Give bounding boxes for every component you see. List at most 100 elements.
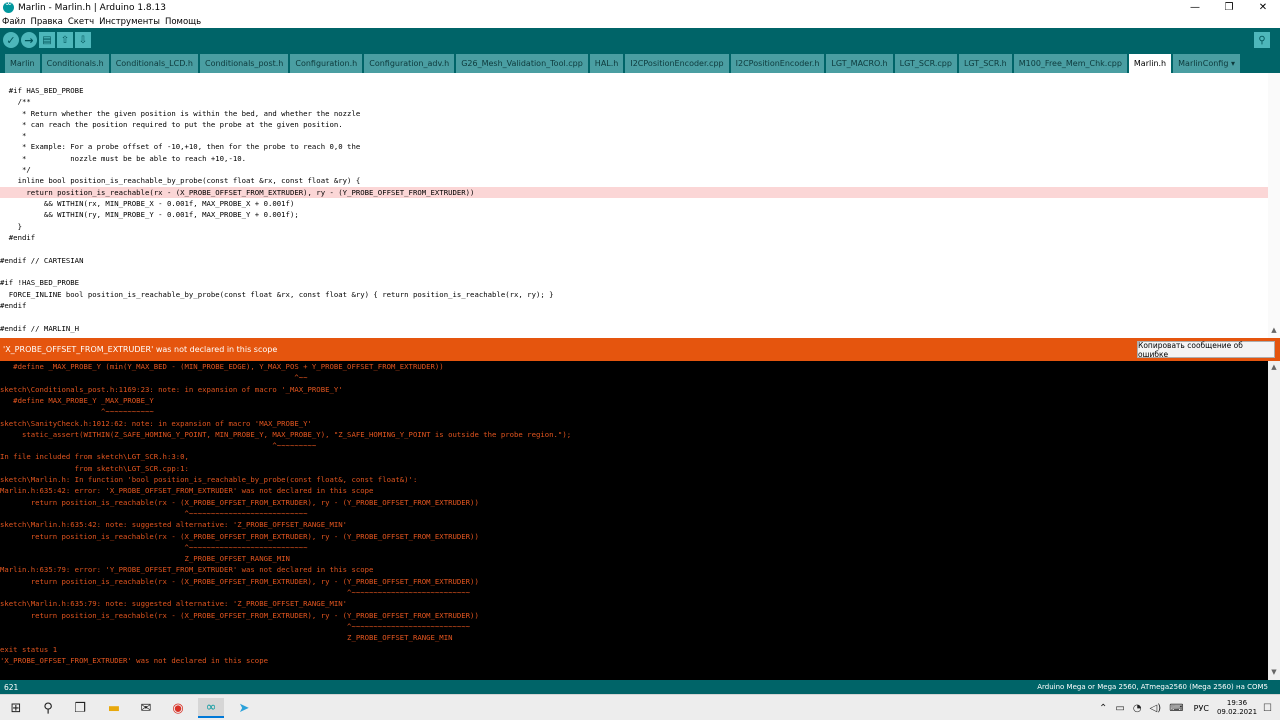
- upload-button[interactable]: →: [21, 32, 37, 48]
- console-line: 'X_PROBE_OFFSET_FROM_EXTRUDER' was not d…: [0, 655, 268, 665]
- console-line: return position_is_reachable(rx - (X_PRO…: [0, 576, 479, 586]
- notifications-icon[interactable]: ☐: [1263, 703, 1272, 714]
- code-line: */: [0, 165, 31, 174]
- code-line: FORCE_INLINE bool position_is_reachable_…: [0, 290, 554, 299]
- clock-time: 19:36: [1226, 699, 1248, 707]
- wifi-icon[interactable]: ◔: [1133, 703, 1142, 714]
- tab-i2c-encoder-h[interactable]: I2CPositionEncoder.h: [730, 54, 825, 73]
- console-line: Z_PROBE_OFFSET_RANGE_MIN: [0, 633, 453, 643]
- console-line: Marlin.h:635:79: error: 'Y_PROBE_OFFSET_…: [0, 565, 374, 575]
- code-line: /**: [0, 97, 31, 106]
- tab-m100-free-mem[interactable]: M100_Free_Mem_Chk.cpp: [1013, 54, 1127, 73]
- save-sketch-button[interactable]: ⇩: [75, 32, 91, 48]
- console-line: ^~~~~~~~~~: [0, 441, 317, 451]
- console-scrollbar[interactable]: ▲ ▼: [1268, 361, 1280, 680]
- maximize-button[interactable]: ❐: [1212, 0, 1246, 15]
- console-line: from sketch\LGT_SCR.cpp:1:: [0, 463, 189, 473]
- input-language[interactable]: РУС: [1194, 704, 1209, 713]
- menu-tools[interactable]: Инструменты: [99, 17, 160, 27]
- open-sketch-button[interactable]: ⇧: [57, 32, 73, 48]
- code-line: #endif: [0, 233, 36, 242]
- toolbar: ✓ → ▤ ⇧ ⇩ ⚲: [0, 28, 1280, 52]
- line-number: 621: [4, 683, 19, 692]
- console-line: ^~~: [0, 373, 308, 383]
- code-line: *: [0, 131, 27, 140]
- file-explorer-icon[interactable]: ▬: [101, 698, 127, 718]
- tab-lgt-scr-cpp[interactable]: LGT_SCR.cpp: [894, 54, 957, 73]
- console-line: sketch\SanityCheck.h:1012:62: note: in e…: [0, 418, 312, 428]
- console-line: ^~~~~~~~~~~~~~~~~~~~~~~~~~~~: [0, 508, 308, 518]
- tab-bar: Marlin Conditionals.h Conditionals_LCD.h…: [0, 52, 1280, 73]
- tab-lgt-scr-h[interactable]: LGT_SCR.h: [958, 54, 1012, 73]
- console-line: return position_is_reachable(rx - (X_PRO…: [0, 531, 479, 541]
- code-line: inline bool position_is_reachable_by_pro…: [0, 176, 361, 185]
- code-line: #if HAS_BED_PROBE: [0, 86, 84, 95]
- tab-marlin-h[interactable]: Marlin.h: [1128, 54, 1172, 73]
- title-bar: Marlin - Marlin.h | Arduino 1.8.13 — ❐ ✕: [0, 0, 1280, 15]
- clock-date: 09.02.2021: [1216, 708, 1258, 716]
- code-line: && WITHIN(ry, MIN_PROBE_Y - 0.001f, MAX_…: [0, 210, 299, 219]
- tab-conditionals-post[interactable]: Conditionals_post.h: [200, 54, 289, 73]
- console-output[interactable]: #define _MAX_PROBE_Y (min(Y_MAX_BED - (M…: [0, 361, 1280, 680]
- console-line: ^~~~~~~~~~~~~~~~~~~~~~~~~~~~: [0, 621, 471, 631]
- console-line: sketch\Marlin.h:635:42: note: suggested …: [0, 520, 348, 530]
- tab-i2c-encoder-cpp[interactable]: I2CPositionEncoder.cpp: [625, 54, 729, 73]
- menu-help[interactable]: Помощь: [165, 17, 201, 27]
- scroll-up-arrow-icon[interactable]: ▲: [1268, 326, 1280, 336]
- mail-icon[interactable]: ✉: [133, 698, 159, 718]
- copy-error-button[interactable]: Копировать сообщение об ошибке: [1137, 341, 1275, 359]
- status-bar: 621 Arduino Mega or Mega 2560, ATmega256…: [0, 680, 1280, 694]
- console-line: Z_PROBE_OFFSET_RANGE_MIN: [0, 554, 290, 564]
- tab-menu-dropdown[interactable]: MarlinConfig ▾: [1173, 54, 1240, 73]
- telegram-icon[interactable]: ➤: [231, 698, 257, 718]
- scroll-down-arrow-icon[interactable]: ▼: [1268, 668, 1280, 678]
- menu-edit[interactable]: Правка: [30, 17, 62, 27]
- menu-file[interactable]: Файл: [2, 17, 25, 27]
- console-line: static_assert(WITHIN(Z_SAFE_HOMING_Y_POI…: [0, 429, 572, 439]
- console-line: return position_is_reachable(rx - (X_PRO…: [0, 497, 479, 507]
- console-line: return position_is_reachable(rx - (X_PRO…: [0, 610, 479, 620]
- tab-hal[interactable]: HAL.h: [589, 54, 624, 73]
- code-line: #endif // CARTESIAN: [0, 256, 84, 265]
- console-line: #define _MAX_PROBE_Y (min(Y_MAX_BED - (M…: [0, 362, 444, 371]
- menu-sketch[interactable]: Скетч: [68, 17, 94, 27]
- arduino-taskbar-icon[interactable]: ∞: [198, 698, 224, 718]
- tab-conditionals[interactable]: Conditionals.h: [41, 54, 109, 73]
- tab-conditionals-lcd[interactable]: Conditionals_LCD.h: [110, 54, 198, 73]
- new-sketch-button[interactable]: ▤: [39, 32, 55, 48]
- code-editor[interactable]: #if HAS_BED_PROBE /** * Return whether t…: [0, 73, 1280, 338]
- code-line: #endif: [0, 301, 27, 310]
- tab-g26-mesh[interactable]: G26_Mesh_Validation_Tool.cpp: [456, 54, 588, 73]
- error-message: 'X_PROBE_OFFSET_FROM_EXTRUDER' was not d…: [3, 345, 278, 354]
- volume-icon[interactable]: ◁): [1150, 703, 1162, 714]
- start-icon[interactable]: ⊞: [3, 698, 29, 718]
- code-line: #endif // MARLIN_H: [0, 324, 80, 333]
- console-line: ^~~~~~~~~~~~: [0, 407, 154, 417]
- close-button[interactable]: ✕: [1246, 0, 1280, 15]
- error-bar: 'X_PROBE_OFFSET_FROM_EXTRUDER' was not d…: [0, 338, 1280, 361]
- console-line: exit status 1: [0, 644, 58, 654]
- search-icon[interactable]: ⚲: [35, 698, 61, 718]
- menu-bar: Файл Правка Скетч Инструменты Помощь: [0, 15, 1280, 28]
- tab-configuration-adv[interactable]: Configuration_adv.h: [364, 54, 455, 73]
- code-line: }: [0, 222, 22, 231]
- tab-marlin[interactable]: Marlin: [5, 54, 40, 73]
- serial-monitor-button[interactable]: ⚲: [1254, 32, 1270, 48]
- tab-configuration[interactable]: Configuration.h: [290, 54, 363, 73]
- keyboard-icon[interactable]: ⌨: [1169, 703, 1183, 714]
- editor-scrollbar[interactable]: ▲: [1268, 73, 1280, 338]
- tray-chevron-icon[interactable]: ⌃: [1099, 703, 1107, 714]
- battery-network-icon[interactable]: ▭: [1115, 703, 1124, 714]
- windows-taskbar: ⊞ ⚲ ❐ ▬ ✉ ◉ ∞ ➤ ⌃ ▭ ◔ ◁) ⌨ РУС 19:36 09.…: [0, 694, 1280, 720]
- scroll-up-arrow-icon[interactable]: ▲: [1268, 363, 1280, 373]
- code-line: * nozzle must be be able to reach +10,-1…: [0, 154, 247, 163]
- code-line: #if !HAS_BED_PROBE: [0, 278, 80, 287]
- code-line: * Return whether the given position is w…: [0, 109, 361, 118]
- clock[interactable]: 19:36 09.02.2021: [1217, 699, 1257, 717]
- task-view-icon[interactable]: ❐: [67, 698, 93, 718]
- minimize-button[interactable]: —: [1178, 0, 1212, 15]
- tab-lgt-macro[interactable]: LGT_MACRO.h: [826, 54, 893, 73]
- chrome-icon[interactable]: ◉: [165, 698, 191, 718]
- verify-button[interactable]: ✓: [3, 32, 19, 48]
- console-line: ^~~~~~~~~~~~~~~~~~~~~~~~~~~~: [0, 542, 308, 552]
